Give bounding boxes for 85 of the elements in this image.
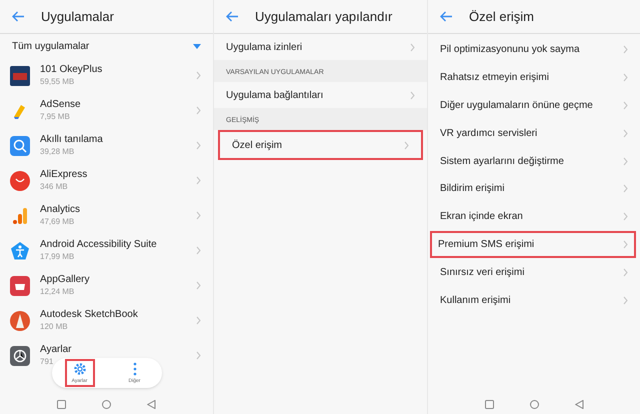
settings-item[interactable]: Ekran içinde ekran <box>428 202 640 231</box>
back-arrow-icon[interactable] <box>12 11 25 22</box>
settings-item[interactable]: Uygulama bağlantıları <box>214 82 427 108</box>
settings-item[interactable]: Pil optimizasyonunu yok sayma <box>428 36 640 64</box>
chevron-icon <box>623 240 628 249</box>
chevron-icon <box>196 316 201 325</box>
settings-item[interactable]: Rahatsız etmeyin erişimi <box>428 64 640 92</box>
square-nav-icon[interactable] <box>57 400 66 408</box>
screen-title: Özel erişim <box>469 8 534 26</box>
chevron-icon <box>623 100 628 110</box>
triangle-nav-icon[interactable] <box>147 400 156 408</box>
settings-item[interactable]: Sınırsız veri erişimi <box>428 258 640 286</box>
app-name: Autodesk SketchBook <box>40 309 139 321</box>
chevron-icon <box>623 73 628 82</box>
square-nav-icon[interactable] <box>484 400 494 408</box>
chevron-icon <box>410 90 415 100</box>
app-list-item[interactable]: Analytics 47,69 MB <box>0 198 213 233</box>
circle-nav-icon[interactable] <box>530 400 538 408</box>
settings-item[interactable]: VR yardımcı servisleri <box>428 119 640 148</box>
app-name: 101 OkeyPlus <box>40 64 104 76</box>
chevron-icon <box>196 176 201 185</box>
settings-item[interactable]: Uygulama izinleri <box>214 34 427 60</box>
app-list-item[interactable]: AliExpress 346 MB <box>0 163 213 198</box>
chevron-icon <box>196 281 201 290</box>
chevron-icon <box>410 42 415 52</box>
app-size: 59,55 MB <box>40 76 76 87</box>
settings-item[interactable]: Premium SMS erişimi <box>430 230 636 258</box>
app-icon <box>10 346 30 366</box>
app-icon <box>10 240 30 260</box>
settings-item[interactable]: Diğer uygulamaların önüne geçme <box>428 92 640 120</box>
chevron-icon <box>404 140 409 150</box>
chevron-icon <box>623 212 628 222</box>
app-name: Analytics <box>40 204 82 216</box>
app-icon <box>10 310 30 330</box>
settings-item[interactable]: Özel erişim <box>218 130 423 160</box>
chevron-icon <box>196 246 201 255</box>
chevron-icon <box>196 71 201 80</box>
app-list-item[interactable]: AppGallery 12,24 MB <box>0 268 213 303</box>
app-name: Android Accessibility Suite <box>40 239 158 251</box>
circle-nav-icon[interactable] <box>102 400 111 408</box>
app-name: Akıllı tanılama <box>40 134 104 146</box>
app-list-item[interactable]: AdSense 7,95 MB <box>0 93 213 128</box>
chevron-icon <box>196 141 201 150</box>
chevron-icon <box>623 45 628 54</box>
chevron-icon <box>623 268 628 277</box>
app-icon <box>10 66 30 86</box>
back-arrow-icon[interactable] <box>440 11 453 22</box>
more-icon <box>132 362 136 376</box>
app-size: 7,95 MB <box>40 111 71 122</box>
chevron-icon <box>196 351 201 360</box>
app-size: 12,24 MB <box>40 286 76 297</box>
screen-title: Uygulamaları yapılandır <box>255 8 392 26</box>
triangle-nav-icon[interactable] <box>574 400 584 408</box>
app-size: 791 <box>40 356 54 367</box>
chevron-icon <box>623 296 628 305</box>
screen-title: Uygulamalar <box>41 8 114 26</box>
app-size: 346 MB <box>40 181 69 192</box>
app-icon <box>10 136 30 156</box>
app-name: Ayarlar <box>40 344 72 356</box>
app-name: AdSense <box>40 99 82 111</box>
chevron-icon <box>196 211 201 220</box>
chevron-icon <box>196 106 201 115</box>
app-icon <box>10 276 30 296</box>
app-size: 120 MB <box>40 321 69 332</box>
chevron-icon <box>623 184 628 194</box>
app-list-item[interactable]: Android Accessibility Suite 17,99 MB <box>0 233 213 268</box>
app-list-item[interactable]: Akıllı tanılama 39,28 MB <box>0 128 213 163</box>
chevron-icon <box>623 128 628 138</box>
settings-item[interactable]: Kullanım erişimi <box>428 286 640 314</box>
gear-icon <box>72 362 86 376</box>
back-arrow-icon[interactable] <box>226 11 239 22</box>
app-name: AliExpress <box>40 169 88 181</box>
app-icon <box>10 206 30 226</box>
app-list-item[interactable]: 101 OkeyPlus 59,55 MB <box>0 58 213 93</box>
chevron-icon <box>623 156 628 166</box>
app-list-item[interactable]: Autodesk SketchBook 120 MB <box>0 303 213 338</box>
filter-dropdown[interactable]: Tüm uygulamalar <box>0 34 213 58</box>
app-name: AppGallery <box>40 274 90 286</box>
settings-item[interactable]: Bildirim erişimi <box>428 174 640 203</box>
app-icon <box>10 170 30 190</box>
app-size: 47,69 MB <box>40 216 76 227</box>
app-size: 39,28 MB <box>40 146 76 157</box>
settings-item[interactable]: Sistem ayarlarını değiştirme <box>428 147 640 175</box>
dropdown-triangle-icon <box>193 44 201 48</box>
app-size: 17,99 MB <box>40 251 76 262</box>
